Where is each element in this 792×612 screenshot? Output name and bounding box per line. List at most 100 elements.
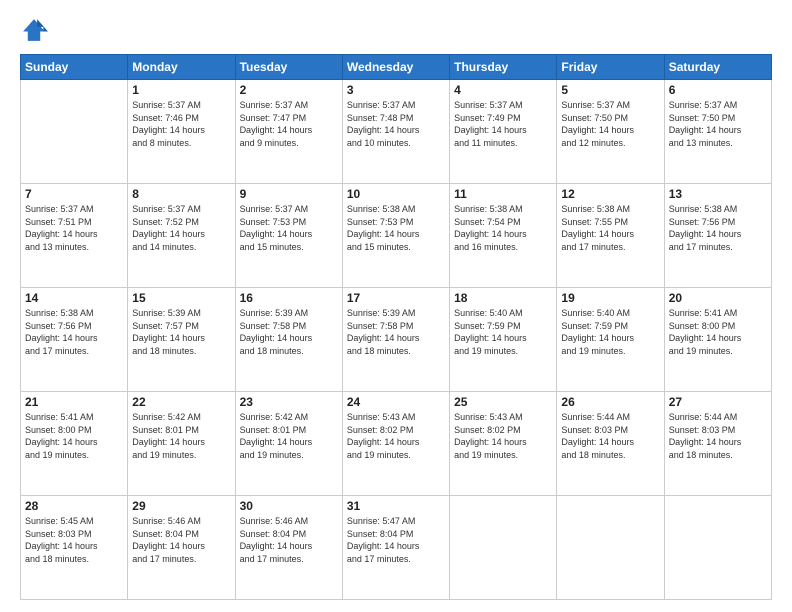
day-number: 5	[561, 83, 659, 97]
calendar-cell: 5 Sunrise: 5:37 AM Sunset: 7:50 PM Daylig…	[557, 80, 664, 184]
weekday-header: Saturday	[664, 55, 771, 80]
calendar-table: SundayMondayTuesdayWednesdayThursdayFrid…	[20, 54, 772, 600]
day-info: Sunrise: 5:38 AM Sunset: 7:56 PM Dayligh…	[669, 203, 767, 253]
calendar-cell	[557, 496, 664, 600]
calendar-cell: 3 Sunrise: 5:37 AM Sunset: 7:48 PM Daylig…	[342, 80, 449, 184]
header	[20, 16, 772, 44]
calendar-cell	[450, 496, 557, 600]
day-info: Sunrise: 5:37 AM Sunset: 7:53 PM Dayligh…	[240, 203, 338, 253]
calendar-cell: 27 Sunrise: 5:44 AM Sunset: 8:03 PM Dayli…	[664, 392, 771, 496]
day-info: Sunrise: 5:44 AM Sunset: 8:03 PM Dayligh…	[561, 411, 659, 461]
calendar-cell: 23 Sunrise: 5:42 AM Sunset: 8:01 PM Dayli…	[235, 392, 342, 496]
calendar-cell: 22 Sunrise: 5:42 AM Sunset: 8:01 PM Dayli…	[128, 392, 235, 496]
day-info: Sunrise: 5:43 AM Sunset: 8:02 PM Dayligh…	[454, 411, 552, 461]
calendar-header-row: SundayMondayTuesdayWednesdayThursdayFrid…	[21, 55, 772, 80]
day-number: 16	[240, 291, 338, 305]
day-info: Sunrise: 5:37 AM Sunset: 7:51 PM Dayligh…	[25, 203, 123, 253]
calendar-week-row: 1 Sunrise: 5:37 AM Sunset: 7:46 PM Daylig…	[21, 80, 772, 184]
calendar-cell	[21, 80, 128, 184]
day-number: 8	[132, 187, 230, 201]
day-number: 20	[669, 291, 767, 305]
day-info: Sunrise: 5:45 AM Sunset: 8:03 PM Dayligh…	[25, 515, 123, 565]
day-number: 13	[669, 187, 767, 201]
day-number: 21	[25, 395, 123, 409]
day-info: Sunrise: 5:38 AM Sunset: 7:54 PM Dayligh…	[454, 203, 552, 253]
calendar-cell: 21 Sunrise: 5:41 AM Sunset: 8:00 PM Dayli…	[21, 392, 128, 496]
calendar-cell: 24 Sunrise: 5:43 AM Sunset: 8:02 PM Dayli…	[342, 392, 449, 496]
day-info: Sunrise: 5:37 AM Sunset: 7:48 PM Dayligh…	[347, 99, 445, 149]
day-info: Sunrise: 5:37 AM Sunset: 7:47 PM Dayligh…	[240, 99, 338, 149]
calendar-cell: 11 Sunrise: 5:38 AM Sunset: 7:54 PM Dayli…	[450, 184, 557, 288]
day-number: 18	[454, 291, 552, 305]
weekday-header: Tuesday	[235, 55, 342, 80]
day-info: Sunrise: 5:38 AM Sunset: 7:56 PM Dayligh…	[25, 307, 123, 357]
calendar-cell: 15 Sunrise: 5:39 AM Sunset: 7:57 PM Dayli…	[128, 288, 235, 392]
day-info: Sunrise: 5:46 AM Sunset: 8:04 PM Dayligh…	[240, 515, 338, 565]
day-info: Sunrise: 5:47 AM Sunset: 8:04 PM Dayligh…	[347, 515, 445, 565]
calendar-cell: 7Sunrise: 5:37 AM Sunset: 7:51 PM Daylig…	[21, 184, 128, 288]
day-number: 15	[132, 291, 230, 305]
calendar-cell: 9 Sunrise: 5:37 AM Sunset: 7:53 PM Daylig…	[235, 184, 342, 288]
calendar-cell: 16Sunrise: 5:39 AM Sunset: 7:58 PM Dayli…	[235, 288, 342, 392]
day-number: 30	[240, 499, 338, 513]
weekday-header: Sunday	[21, 55, 128, 80]
day-info: Sunrise: 5:42 AM Sunset: 8:01 PM Dayligh…	[132, 411, 230, 461]
day-info: Sunrise: 5:44 AM Sunset: 8:03 PM Dayligh…	[669, 411, 767, 461]
day-info: Sunrise: 5:37 AM Sunset: 7:46 PM Dayligh…	[132, 99, 230, 149]
calendar-cell	[664, 496, 771, 600]
day-number: 28	[25, 499, 123, 513]
weekday-header: Friday	[557, 55, 664, 80]
day-info: Sunrise: 5:43 AM Sunset: 8:02 PM Dayligh…	[347, 411, 445, 461]
weekday-header: Monday	[128, 55, 235, 80]
calendar-cell: 4Sunrise: 5:37 AM Sunset: 7:49 PM Daylig…	[450, 80, 557, 184]
day-number: 3	[347, 83, 445, 97]
calendar-cell: 26 Sunrise: 5:44 AM Sunset: 8:03 PM Dayli…	[557, 392, 664, 496]
day-number: 17	[347, 291, 445, 305]
day-number: 27	[669, 395, 767, 409]
day-number: 24	[347, 395, 445, 409]
day-number: 22	[132, 395, 230, 409]
day-info: Sunrise: 5:39 AM Sunset: 7:57 PM Dayligh…	[132, 307, 230, 357]
day-number: 14	[25, 291, 123, 305]
page: SundayMondayTuesdayWednesdayThursdayFrid…	[0, 0, 792, 612]
day-number: 31	[347, 499, 445, 513]
calendar-week-row: 14 Sunrise: 5:38 AM Sunset: 7:56 PM Dayli…	[21, 288, 772, 392]
calendar-cell: 6 Sunrise: 5:37 AM Sunset: 7:50 PM Daylig…	[664, 80, 771, 184]
calendar-cell: 30 Sunrise: 5:46 AM Sunset: 8:04 PM Dayli…	[235, 496, 342, 600]
logo	[20, 16, 52, 44]
calendar-cell: 12 Sunrise: 5:38 AM Sunset: 7:55 PM Dayli…	[557, 184, 664, 288]
day-number: 23	[240, 395, 338, 409]
day-info: Sunrise: 5:39 AM Sunset: 7:58 PM Dayligh…	[347, 307, 445, 357]
day-number: 25	[454, 395, 552, 409]
day-info: Sunrise: 5:37 AM Sunset: 7:50 PM Dayligh…	[669, 99, 767, 149]
calendar-cell: 1 Sunrise: 5:37 AM Sunset: 7:46 PM Daylig…	[128, 80, 235, 184]
calendar-cell: 19 Sunrise: 5:40 AM Sunset: 7:59 PM Dayli…	[557, 288, 664, 392]
weekday-header: Thursday	[450, 55, 557, 80]
day-number: 12	[561, 187, 659, 201]
day-number: 26	[561, 395, 659, 409]
day-number: 1	[132, 83, 230, 97]
day-number: 2	[240, 83, 338, 97]
calendar-cell: 20Sunrise: 5:41 AM Sunset: 8:00 PM Dayli…	[664, 288, 771, 392]
day-number: 11	[454, 187, 552, 201]
day-info: Sunrise: 5:37 AM Sunset: 7:52 PM Dayligh…	[132, 203, 230, 253]
day-info: Sunrise: 5:37 AM Sunset: 7:50 PM Dayligh…	[561, 99, 659, 149]
calendar-cell: 31 Sunrise: 5:47 AM Sunset: 8:04 PM Dayli…	[342, 496, 449, 600]
logo-icon	[20, 16, 48, 44]
day-info: Sunrise: 5:38 AM Sunset: 7:55 PM Dayligh…	[561, 203, 659, 253]
day-number: 6	[669, 83, 767, 97]
day-info: Sunrise: 5:40 AM Sunset: 7:59 PM Dayligh…	[561, 307, 659, 357]
day-info: Sunrise: 5:46 AM Sunset: 8:04 PM Dayligh…	[132, 515, 230, 565]
calendar-cell: 17 Sunrise: 5:39 AM Sunset: 7:58 PM Dayli…	[342, 288, 449, 392]
day-info: Sunrise: 5:42 AM Sunset: 8:01 PM Dayligh…	[240, 411, 338, 461]
calendar-cell: 29Sunrise: 5:46 AM Sunset: 8:04 PM Dayli…	[128, 496, 235, 600]
calendar-cell: 2 Sunrise: 5:37 AM Sunset: 7:47 PM Daylig…	[235, 80, 342, 184]
calendar-week-row: 28 Sunrise: 5:45 AM Sunset: 8:03 PM Dayli…	[21, 496, 772, 600]
day-info: Sunrise: 5:38 AM Sunset: 7:53 PM Dayligh…	[347, 203, 445, 253]
day-number: 9	[240, 187, 338, 201]
day-info: Sunrise: 5:40 AM Sunset: 7:59 PM Dayligh…	[454, 307, 552, 357]
calendar-week-row: 7Sunrise: 5:37 AM Sunset: 7:51 PM Daylig…	[21, 184, 772, 288]
day-info: Sunrise: 5:41 AM Sunset: 8:00 PM Dayligh…	[25, 411, 123, 461]
calendar-week-row: 21 Sunrise: 5:41 AM Sunset: 8:00 PM Dayli…	[21, 392, 772, 496]
day-number: 19	[561, 291, 659, 305]
